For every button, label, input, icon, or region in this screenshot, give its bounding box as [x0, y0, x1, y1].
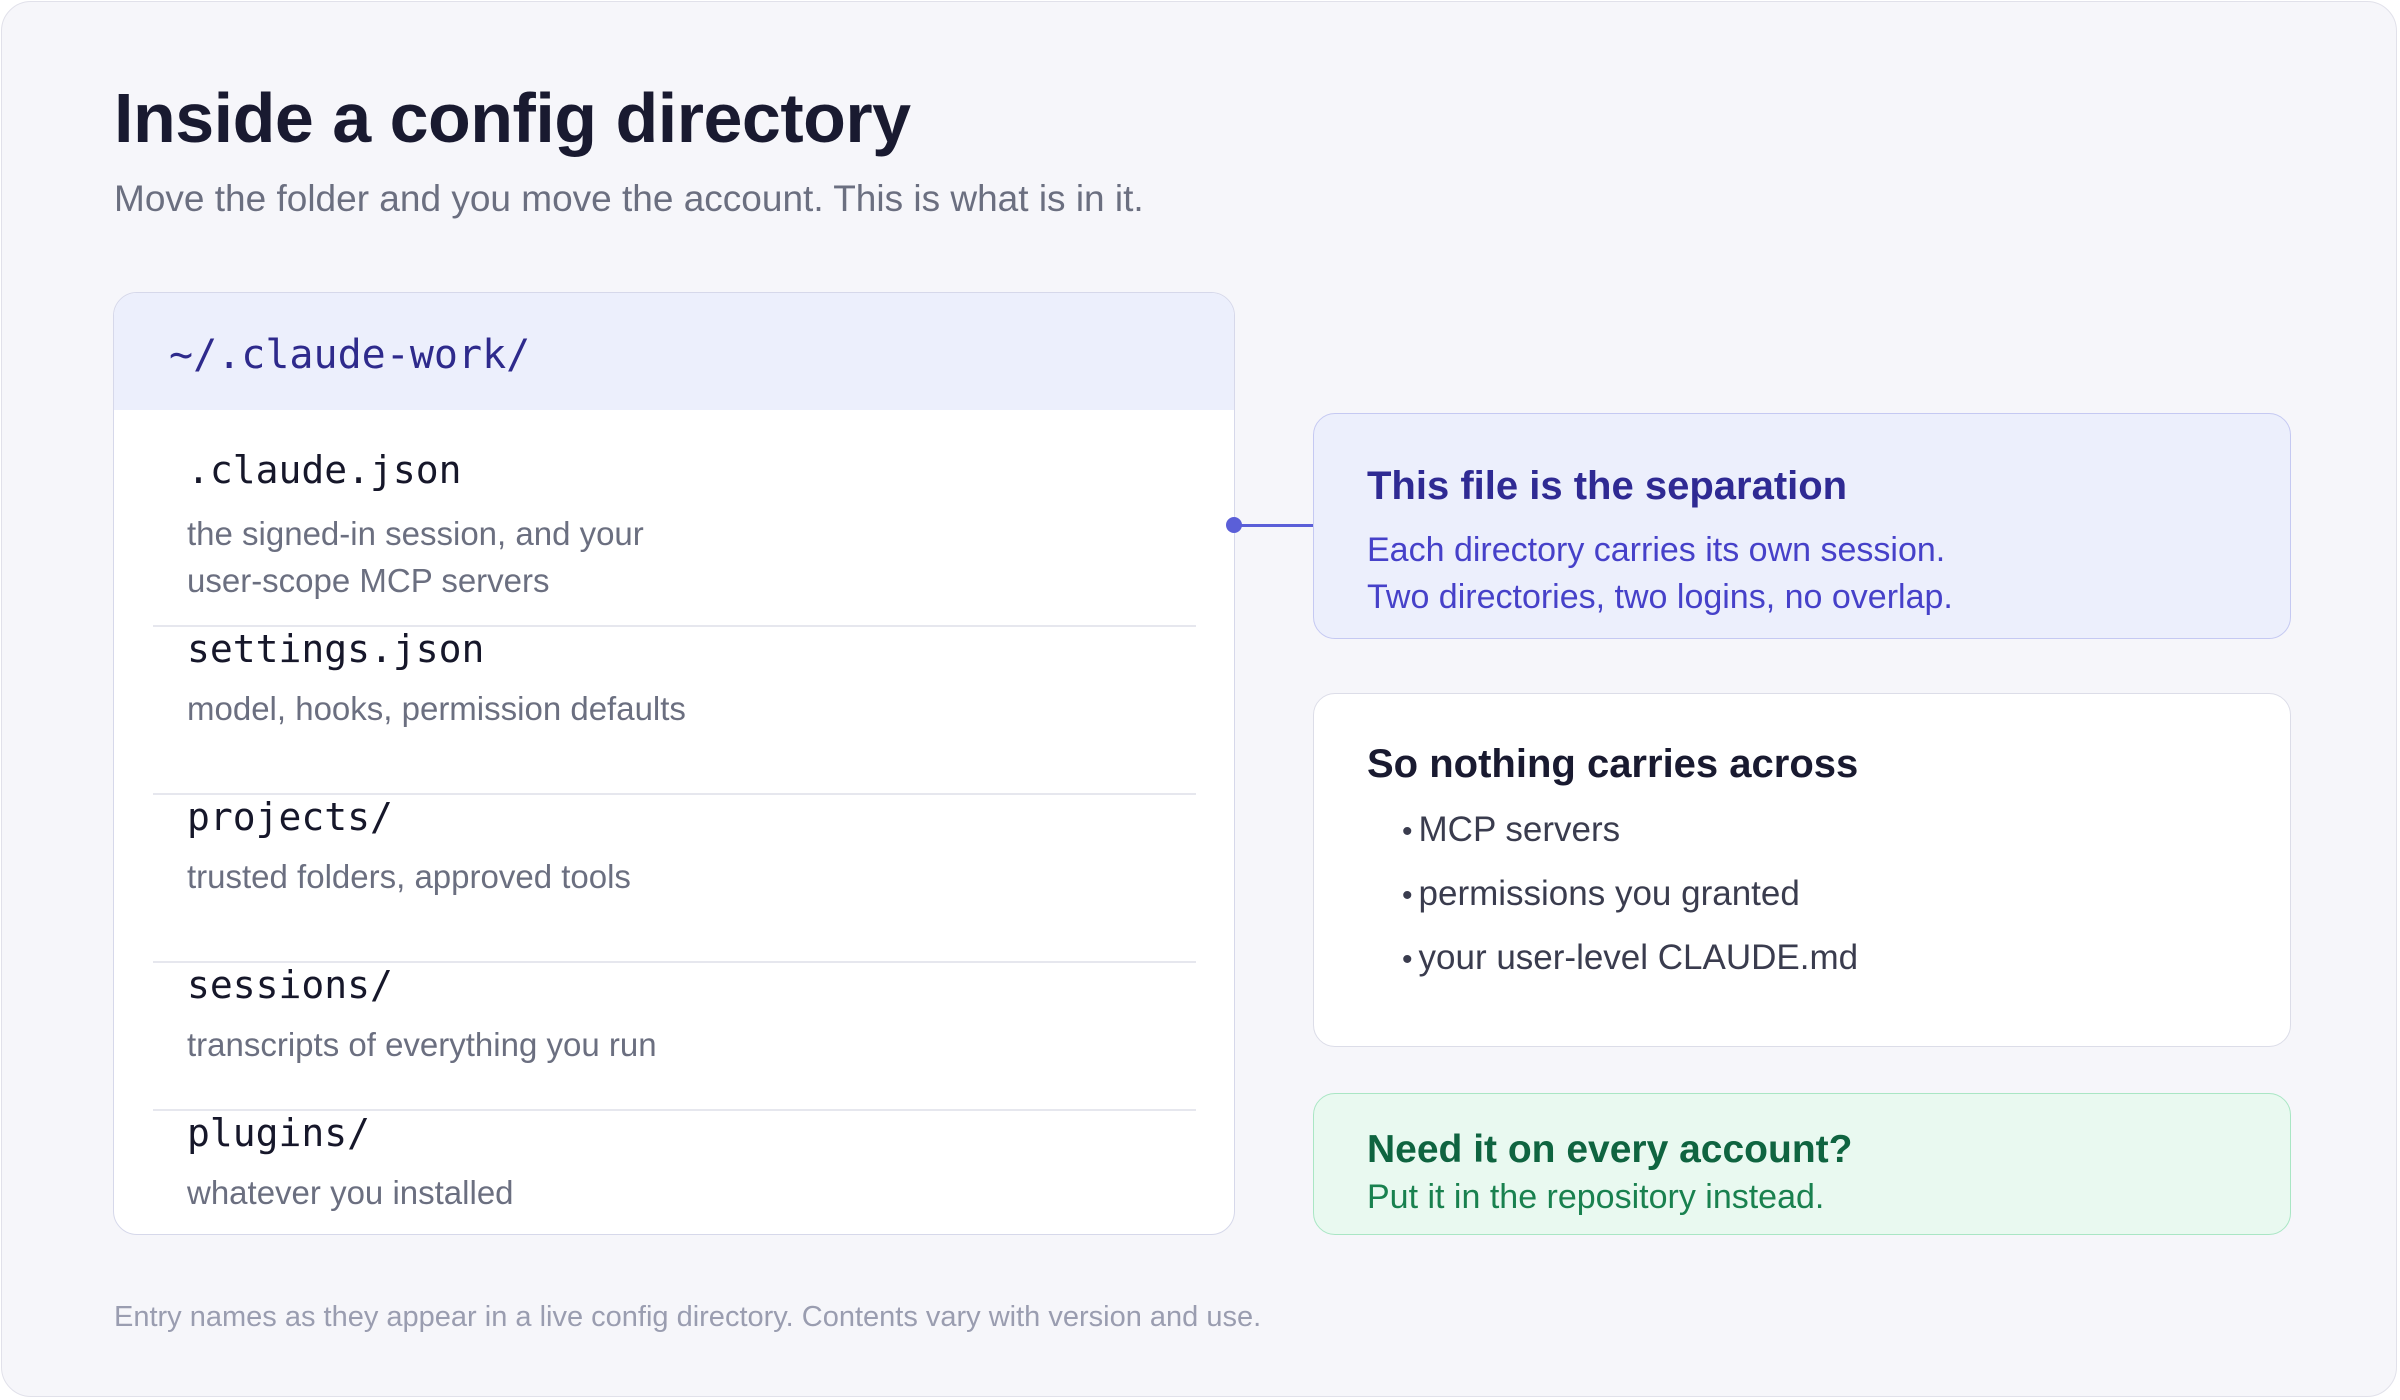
- bullet-text: your user-level CLAUDE.md: [1418, 938, 1859, 977]
- need-it-title: Need it on every account?: [1367, 1128, 1853, 1171]
- entry-description: the signed-in session, and your user-sco…: [187, 515, 644, 599]
- separation-callout: This file is the separation Each directo…: [1313, 413, 2291, 639]
- entry-name: .claude.json: [187, 448, 462, 492]
- entry-description: trusted folders, approved tools: [187, 858, 631, 895]
- separation-title: This file is the separation: [1367, 464, 1848, 508]
- page-subtitle: Move the folder and you move the account…: [114, 178, 1144, 219]
- directory-tree-card: ~/.claude-work/ .claude.json the signed-…: [113, 292, 1235, 1235]
- entry-name: settings.json: [187, 627, 485, 671]
- bullet-item: • permissions you granted: [1402, 873, 1800, 915]
- directory-path: ~/.claude-work/: [169, 332, 531, 378]
- connector-dot: [1226, 517, 1242, 533]
- entry-name: plugins/: [187, 1111, 371, 1155]
- connector-line: [1234, 524, 1314, 527]
- bullet-text: permissions you granted: [1418, 874, 1800, 913]
- bullet-text: MCP servers: [1418, 810, 1621, 849]
- bullet-icon: •: [1402, 815, 1413, 848]
- nothing-carries-title: So nothing carries across: [1367, 742, 1859, 786]
- footnote: Entry names as they appear in a live con…: [114, 1301, 1262, 1333]
- entry-description: model, hooks, permission defaults: [187, 690, 686, 727]
- bullet-item: • MCP servers: [1402, 809, 1620, 851]
- page-title: Inside a config directory: [114, 79, 911, 157]
- bullet-item: • your user-level CLAUDE.md: [1402, 937, 1858, 979]
- entry-name: projects/: [187, 795, 393, 839]
- entry-description: whatever you installed: [187, 1174, 514, 1211]
- need-it-text: Put it in the repository instead.: [1367, 1178, 1825, 1216]
- separation-line: Two directories, two logins, no overlap.: [1367, 578, 1953, 616]
- nothing-carries-callout: So nothing carries across • MCP servers •…: [1313, 693, 2291, 1047]
- bullet-icon: •: [1402, 943, 1413, 976]
- entry-name: sessions/: [187, 963, 393, 1007]
- diagram-frame: Inside a config directory Move the folde…: [1, 1, 2397, 1397]
- entry-description: transcripts of everything you run: [187, 1026, 657, 1063]
- directory-tree-header: ~/.claude-work/: [114, 293, 1234, 410]
- separation-line: Each directory carries its own session.: [1367, 531, 1946, 569]
- need-it-callout: Need it on every account? Put it in the …: [1313, 1093, 2291, 1235]
- bullet-icon: •: [1402, 879, 1413, 912]
